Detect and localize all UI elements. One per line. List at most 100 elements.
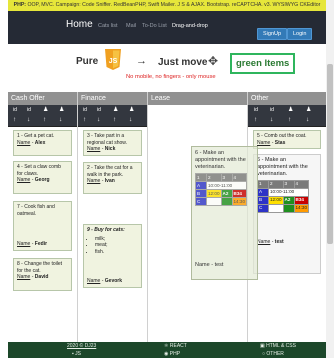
- task-text: 2 - Take the cat for a walk in the park.: [87, 165, 133, 178]
- task-owner: Name - David: [17, 274, 49, 280]
- footer-html-css-link[interactable]: ▣ HTML & CSS: [260, 343, 296, 349]
- sort-id-label: id: [97, 107, 101, 113]
- sort-id-label: id: [83, 107, 87, 113]
- task-owner: Name - Fedir: [17, 240, 48, 247]
- user-icon: ♟: [43, 107, 49, 113]
- hero-pure-text: Pure: [76, 56, 99, 67]
- signup-button[interactable]: SignUp: [257, 28, 288, 40]
- task-text: 7 - Cook fish and oatmeal.: [17, 204, 55, 217]
- sort-desc-button[interactable]: ↓: [270, 116, 273, 123]
- js-logo-icon: JS: [105, 49, 121, 70]
- task-text: 8 - Change the toilet for the cat.: [17, 261, 63, 274]
- circle-icon: ○: [262, 351, 266, 357]
- sort-id-label: id: [254, 107, 258, 113]
- task-owner: Name - Nick: [87, 146, 116, 152]
- column-title: Lease: [148, 92, 247, 105]
- sort-id-label: id: [270, 107, 274, 113]
- nav-link-mail[interactable]: Mail: [126, 23, 136, 29]
- sort-toolbar: id id ♟ ♟ ↑ ↓ ↑ ↓: [8, 105, 77, 127]
- task-owner: Name - Stas: [257, 139, 286, 146]
- sort-desc-button[interactable]: ↓: [306, 116, 309, 123]
- task-text: 6 - Make an appointment with the veterin…: [195, 150, 246, 170]
- nav-link-drag-and-drop[interactable]: Drag-and-drop: [172, 23, 208, 29]
- task-card-placeholder[interactable]: 6 - Make an appointment with the veterin…: [253, 154, 321, 274]
- sort-desc-button[interactable]: ↓: [129, 116, 132, 123]
- task-card[interactable]: 2 - Take the cat for a walk in the park.…: [83, 162, 142, 194]
- navbar: Home Cats list Mail To-Do List Drag-and-…: [8, 11, 326, 44]
- sort-desc-button[interactable]: ↓: [59, 116, 62, 123]
- green-items-label: green Items: [230, 53, 296, 74]
- hero-just-move-text: Just move: [158, 57, 208, 68]
- sort-toolbar: id id ♟ ♟ ↑ ↓ ↑ ↓: [78, 105, 147, 127]
- column-body: 3 - Take part in a regional cat show. Na…: [78, 127, 147, 342]
- task-owner: Name - Ivan: [87, 178, 115, 184]
- page-scrollbar[interactable]: [326, 0, 334, 358]
- js-icon: ▪: [72, 351, 74, 357]
- sort-asc-button[interactable]: ↑: [113, 116, 116, 123]
- column-title: Other: [248, 92, 326, 105]
- user-icon: ♟: [129, 107, 135, 113]
- task-card[interactable]: 8 - Change the toilet for the cat. Name …: [13, 258, 72, 291]
- user-icon: ♟: [306, 107, 312, 113]
- footer-php-link[interactable]: ◉ PHP: [164, 351, 180, 357]
- task-text: 9 - Buy for cats:: [87, 227, 125, 233]
- task-text: 6 - Make an appointment with the veterin…: [257, 157, 308, 177]
- footer-js-link[interactable]: ▪ JS: [72, 351, 81, 357]
- task-card[interactable]: 1 - Get a pet cat. Name - Alex: [13, 130, 72, 156]
- task-owner: Name - Georg: [17, 177, 50, 183]
- kanban-board: Cash Offer id id ♟ ♟ ↑ ↓ ↑ ↓ 1 - Get a p…: [8, 92, 326, 342]
- schedule-table: 1234 A 10:00-11:00 B 12:00 A2 B34 C 14:3…: [195, 173, 247, 206]
- sort-id-label: id: [27, 107, 31, 113]
- column-body: 1 - Get a pet cat. Name - Alex 4 - Set a…: [8, 127, 77, 342]
- column-finance: Finance id id ♟ ♟ ↑ ↓ ↑ ↓ 3 - Take part …: [78, 92, 148, 342]
- topbar-text: OOP, MVC. Campaign: Code Sniffer. RedBea…: [27, 2, 321, 8]
- column-title: Finance: [78, 92, 147, 105]
- column-body: 5 - Comb out the coat. Name - Stas 6 - M…: [248, 127, 326, 342]
- sort-id-label: id: [13, 107, 17, 113]
- task-card[interactable]: 5 - Comb out the coat. Name - Stas: [253, 130, 321, 149]
- sort-desc-button[interactable]: ↓: [27, 116, 30, 123]
- html5-icon: ▣: [260, 343, 265, 349]
- hero-subtitle: No mobile, no fingers - only mouse: [126, 74, 216, 80]
- hero-arrow-icon: →: [136, 55, 147, 67]
- footer-other-link[interactable]: ○ OTHER: [262, 351, 284, 357]
- task-card[interactable]: 9 - Buy for cats: milk; meat; fish. Name…: [83, 224, 142, 288]
- footer-copyright[interactable]: 2020 © DJ23: [67, 343, 96, 349]
- task-owner: Name - Gevork: [87, 277, 123, 284]
- column-title: Cash Offer: [8, 92, 77, 105]
- task-owner: Name - test: [257, 238, 284, 245]
- move-cross-icon: ✥: [208, 54, 219, 68]
- task-card[interactable]: 4 - Set a claw comb for claws. Name - Ge…: [13, 161, 72, 194]
- sort-asc-button[interactable]: ↑: [288, 116, 291, 123]
- column-cash-offer: Cash Offer id id ♟ ♟ ↑ ↓ ↑ ↓ 1 - Get a p…: [8, 92, 78, 342]
- sort-asc-button[interactable]: ↑: [43, 116, 46, 123]
- topbar-prefix: PHP:: [13, 2, 27, 8]
- user-icon: ♟: [288, 107, 294, 113]
- sort-asc-button[interactable]: ↑: [83, 116, 86, 123]
- tech-stack-banner: PHP: OOP, MVC. Campaign: Code Sniffer. R…: [8, 0, 326, 11]
- js-logo-text: JS: [109, 58, 118, 65]
- nav-link-cats-list[interactable]: Cats list: [98, 23, 118, 29]
- nav-link-todo[interactable]: To-Do List: [142, 23, 167, 29]
- sort-asc-button[interactable]: ↑: [13, 116, 16, 123]
- task-card[interactable]: 3 - Take part in a regional cat show. Na…: [83, 130, 142, 156]
- footer-react-link[interactable]: ⚛ REACT: [164, 343, 187, 349]
- list-item: fish.: [95, 249, 138, 256]
- task-text: 4 - Set a claw comb for claws.: [17, 164, 61, 177]
- react-icon: ⚛: [164, 343, 169, 349]
- user-icon: ♟: [113, 107, 119, 113]
- task-owner: Name - test: [195, 262, 224, 268]
- task-text: 3 - Take part in a regional cat show.: [87, 133, 128, 146]
- nav-home-link[interactable]: Home: [66, 19, 93, 30]
- sort-asc-button[interactable]: ↑: [254, 116, 257, 123]
- hero-section: Pure JS → Just move ✥ green Items No mob…: [8, 44, 326, 90]
- login-button[interactable]: Login: [287, 28, 313, 40]
- php-icon: ◉: [164, 351, 169, 357]
- schedule-table: 1234 A 10:00-11:00 B 12:00 A2 B34 C 14:3…: [257, 180, 309, 213]
- dragged-task-card[interactable]: 6 - Make an appointment with the veterin…: [191, 146, 258, 280]
- task-card[interactable]: 7 - Cook fish and oatmeal. Name - Fedir: [13, 201, 72, 251]
- shopping-list: milk; meat; fish.: [95, 236, 138, 256]
- sort-desc-button[interactable]: ↓: [97, 116, 100, 123]
- scrollbar-thumb[interactable]: [327, 64, 333, 244]
- user-icon: ♟: [59, 107, 65, 113]
